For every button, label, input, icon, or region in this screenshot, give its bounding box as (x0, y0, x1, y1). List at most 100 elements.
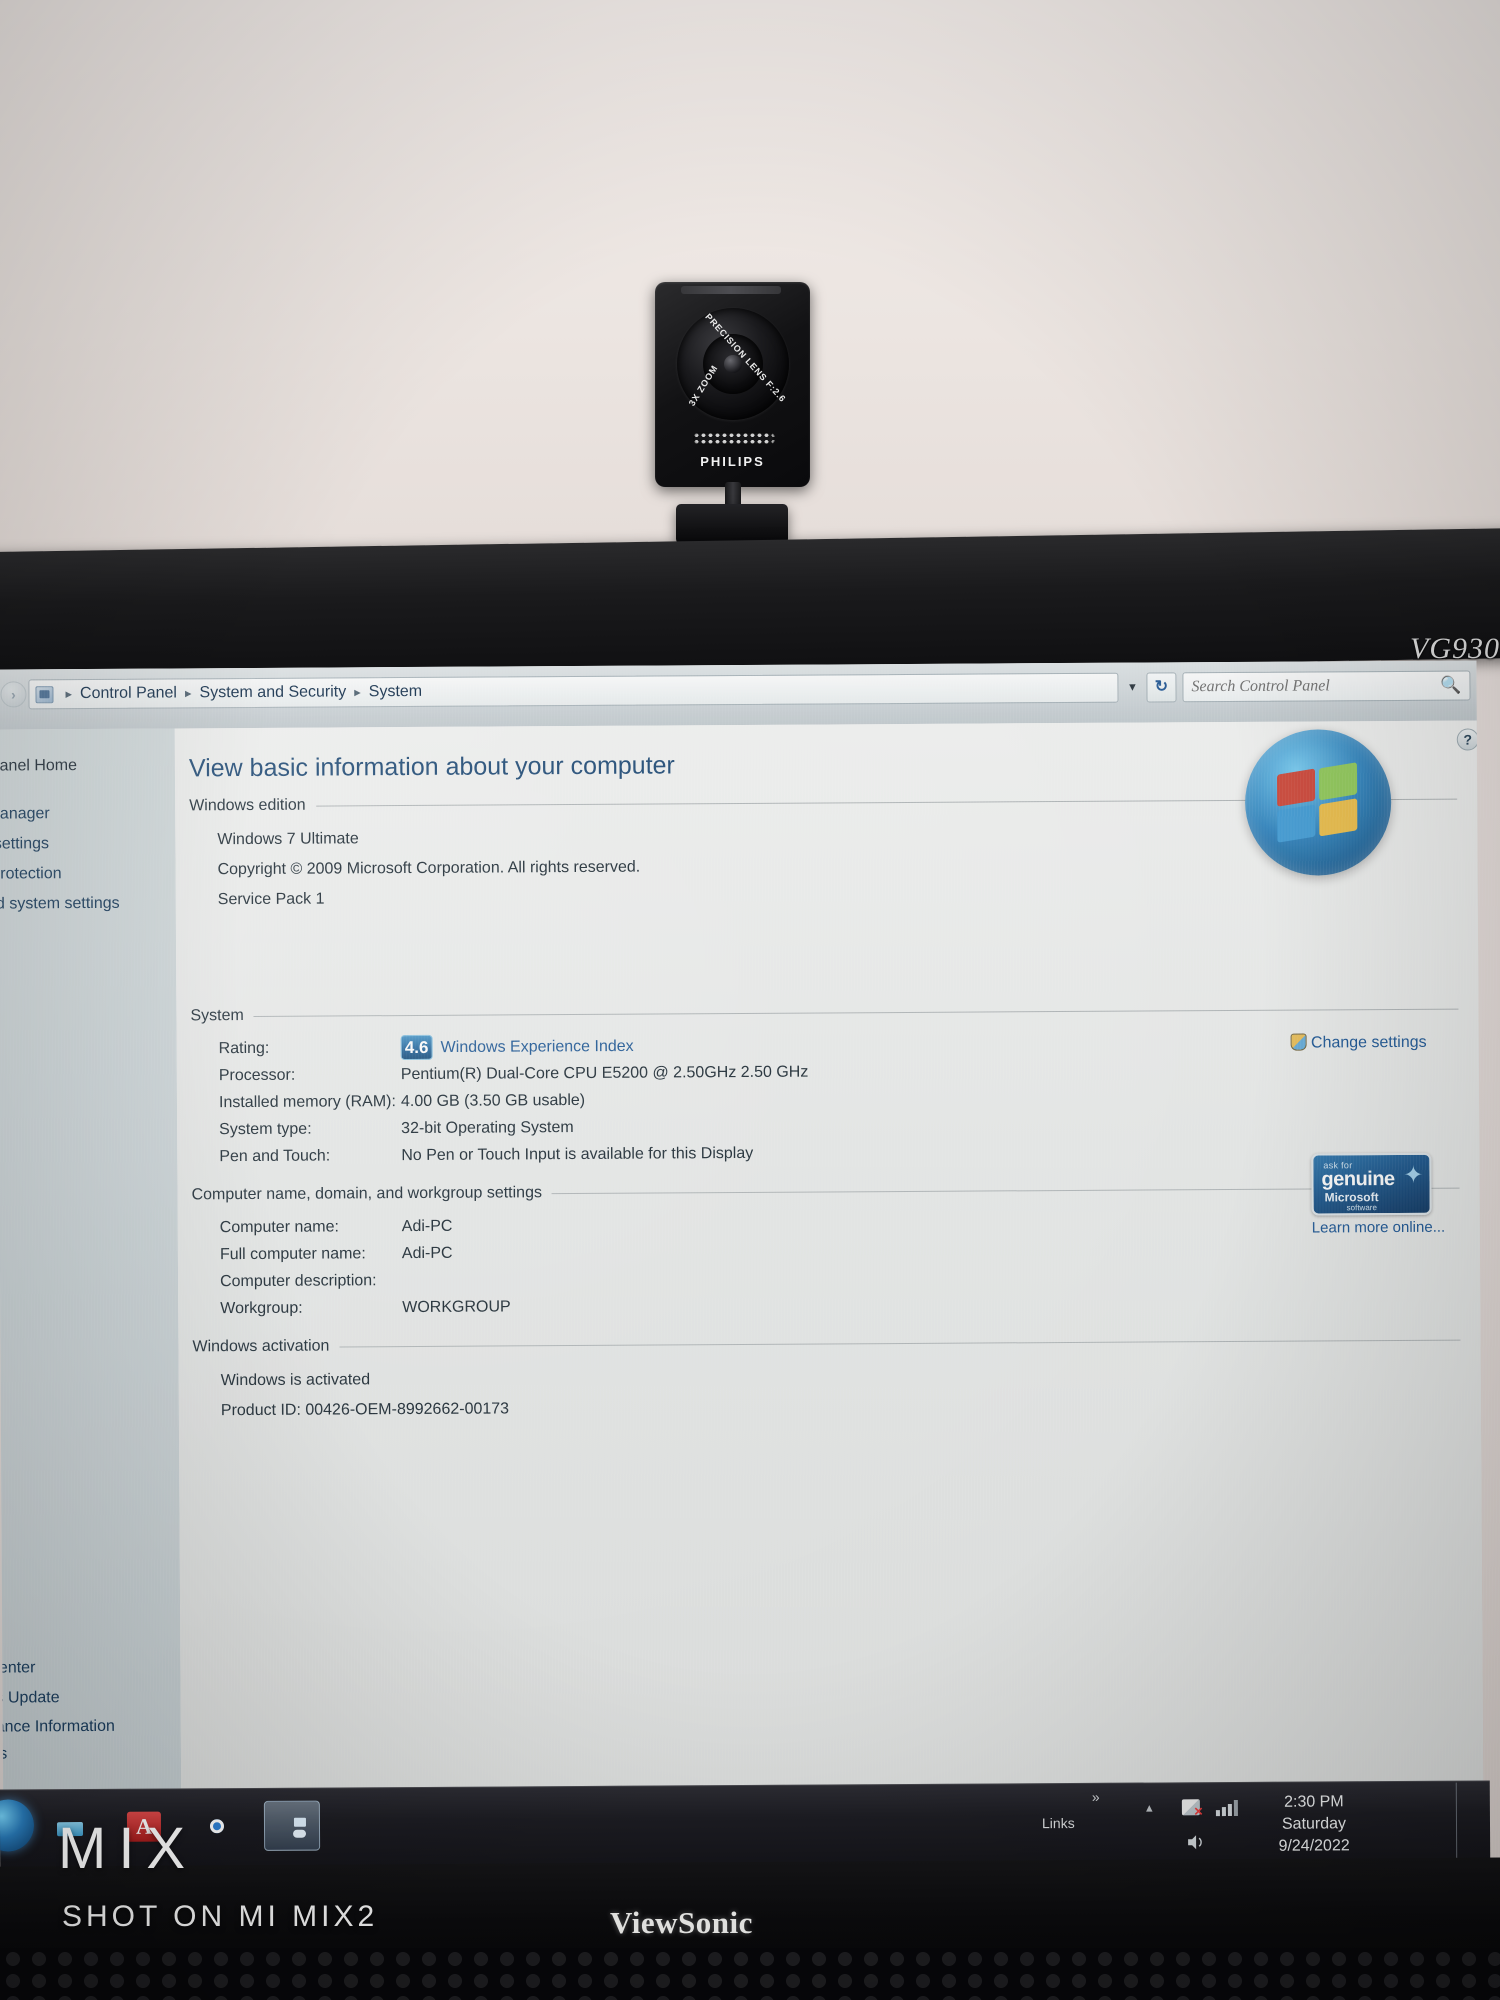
system-type-label: System type: (219, 1120, 312, 1139)
section-windows-activation: Windows activation Windows is activated … (192, 1331, 1483, 1427)
show-desktop-button[interactable] (1455, 1782, 1475, 1861)
section-rule (253, 1008, 1459, 1017)
signal-bars-icon[interactable] (1215, 1799, 1238, 1817)
logo-pane-red (1276, 768, 1316, 807)
system-tray: » Links ▲ 2:30 PM Saturday 9/24/2022 (1034, 1781, 1475, 1866)
see-also-heading: See also (0, 1618, 180, 1649)
viewsonic-logo: ViewSonic (610, 1905, 753, 1940)
system-control-panel-window: ‹ › ▸ Control Panel ▸ System and Securit… (0, 660, 1484, 1790)
star-icon: ✦ (1403, 1161, 1424, 1189)
workgroup-label: Workgroup: (220, 1299, 303, 1318)
webcam-microphone-grille (693, 432, 775, 445)
control-panel-icon (35, 685, 54, 703)
taskbar: A » Links ▲ 2:30 PM Saturday 9/24/2022 (0, 1780, 1491, 1872)
section-rule (339, 1339, 1461, 1348)
activation-rows: Windows is activated Product ID: 00426-O… (221, 1359, 1484, 1427)
search-box[interactable]: 🔍 (1182, 670, 1471, 703)
monitor-top-bezel (0, 527, 1500, 683)
search-input[interactable] (1191, 676, 1441, 697)
windows-experience-index-link[interactable]: Windows Experience Index (441, 1038, 634, 1056)
sidebar-item-performance-information-and-tools[interactable]: Performance Information and Tools (0, 1713, 139, 1768)
logo-pane-yellow (1319, 798, 1358, 837)
tray-links-label[interactable]: Links (1042, 1815, 1075, 1831)
windows-start-orb[interactable] (0, 1799, 35, 1852)
breadcrumb[interactable]: ▸ Control Panel ▸ System and Security ▸ … (28, 672, 1119, 710)
installed-memory-value: 4.00 GB (3.50 GB usable) (400, 1092, 586, 1111)
see-also-section: See also Action Center Windows Update Pe… (0, 1618, 181, 1767)
breadcrumb-separator-1: ▸ (184, 685, 192, 701)
monitor-speaker-vents (0, 1948, 1500, 2000)
search-icon[interactable]: 🔍 (1440, 676, 1461, 696)
computer-name-label: Computer name: (219, 1218, 339, 1237)
sidebar-item-remote-settings[interactable]: Remote settings (0, 828, 175, 859)
breadcrumb-item-system-and-security[interactable]: System and Security (199, 683, 346, 702)
section-heading-computer-name: Computer name, domain, and workgroup set… (191, 1179, 1483, 1205)
sidebar-item-action-center[interactable]: Action Center (0, 1652, 181, 1683)
forward-arrow-icon[interactable]: › (0, 681, 27, 708)
full-computer-name-value: Adi-PC (401, 1245, 453, 1263)
workgroup-value: WORKGROUP (402, 1298, 511, 1317)
webcam-brand-label: PHILIPS (700, 454, 765, 469)
full-computer-name-label: Full computer name: (219, 1245, 366, 1264)
processor-label: Processor: (218, 1066, 296, 1085)
clock-date: 9/24/2022 (1278, 1837, 1350, 1855)
computer-rows: Computer name: Adi-PC Full computer name… (220, 1207, 1484, 1323)
pen-and-touch-value: No Pen or Touch Input is available for t… (401, 1145, 754, 1165)
photo-scene: PRECISION LENS F:2.6 3X ZOOM PHILIPS VG9… (0, 0, 1500, 2000)
breadcrumb-item-system[interactable]: System (369, 683, 422, 701)
pen-and-touch-label: Pen and Touch: (219, 1147, 331, 1166)
change-settings-link[interactable]: Change settings (1290, 1033, 1427, 1053)
double-chevron-right-icon[interactable]: » (1092, 1789, 1100, 1805)
status-badge: 4.6 (400, 1035, 433, 1061)
section-heading-windows-activation: Windows activation (192, 1331, 1483, 1357)
genuine-microsoft-software-badge[interactable]: ask for genuine Microsoft software ✦ Lea… (1311, 1152, 1446, 1237)
sidebar-item-windows-update[interactable]: Windows Update (0, 1682, 181, 1713)
section-heading-system: System (190, 999, 1483, 1025)
section-system: System Rating: 4.6 Windows Experience Ind… (190, 999, 1483, 1170)
refresh-icon[interactable]: ↻ (1146, 672, 1177, 703)
genuine-line-4: software (1346, 1203, 1377, 1213)
section-heading-text: Windows activation (192, 1337, 330, 1356)
section-heading-text: Computer name, domain, and workgroup set… (191, 1184, 542, 1204)
section-computer-name: Computer name, domain, and workgroup set… (191, 1179, 1483, 1323)
logo-pane-blue (1277, 804, 1316, 843)
philips-webcam: PRECISION LENS F:2.6 3X ZOOM PHILIPS (645, 282, 820, 544)
window-content: Control Panel Home Device Manager Remote… (0, 720, 1484, 1790)
change-settings-label: Change settings (1310, 1033, 1427, 1052)
webcam-top-strip (681, 286, 781, 294)
webcam-body: PRECISION LENS F:2.6 3X ZOOM PHILIPS (655, 282, 810, 487)
rating-label: Rating: (218, 1039, 270, 1058)
help-icon[interactable]: ? (1456, 728, 1479, 751)
genuine-line-2: genuine (1321, 1167, 1395, 1191)
flag-alert-icon[interactable] (1181, 1799, 1200, 1816)
main-panel: ? View basic information about your comp… (174, 720, 1484, 1789)
sidebar: Control Panel Home Device Manager Remote… (0, 728, 182, 1790)
logo-pane-green (1318, 762, 1358, 801)
rating-value-group: 4.6 Windows Experience Index (400, 1033, 634, 1062)
learn-more-online-link[interactable]: Learn more online... (1312, 1219, 1446, 1237)
clock-day: Saturday (1281, 1815, 1347, 1833)
section-heading-text: Windows edition (189, 796, 306, 815)
taskbar-item-chrome[interactable] (190, 1801, 246, 1851)
chevron-down-icon[interactable]: ▼ (1121, 677, 1143, 699)
window-chrome: ‹ › ▸ Control Panel ▸ System and Securit… (0, 660, 1484, 730)
section-heading-text: System (190, 1007, 244, 1025)
installed-memory-label: Installed memory (RAM): (218, 1093, 396, 1112)
sidebar-item-control-panel-home[interactable]: Control Panel Home (0, 750, 175, 781)
clock[interactable]: 2:30 PM Saturday 9/24/2022 (1244, 1791, 1384, 1858)
chevron-up-icon[interactable]: ▲ (1144, 1802, 1155, 1814)
watermark-title: MIX (58, 1816, 198, 1881)
watermark-subtitle: SHOT ON MI MIX2 (62, 1900, 379, 1933)
monitor-screen: ‹ › ▸ Control Panel ▸ System and Securit… (0, 660, 1484, 1875)
sidebar-item-system-protection[interactable]: System protection (0, 858, 176, 889)
processor-value: Pentium(R) Dual-Core CPU E5200 @ 2.50GHz… (400, 1063, 809, 1084)
system-type-value: 32-bit Operating System (401, 1119, 574, 1138)
taskbar-item-system-window[interactable] (263, 1800, 321, 1851)
sidebar-item-advanced-system-settings[interactable]: Advanced system settings (0, 888, 176, 919)
computer-description-label: Computer description: (220, 1272, 377, 1291)
speaker-icon[interactable] (1186, 1834, 1206, 1850)
windows-flag-logo (1244, 729, 1392, 876)
sidebar-item-device-manager[interactable]: Device Manager (0, 798, 175, 829)
product-id: Product ID: 00426-OEM-8992662-00173 (220, 1400, 510, 1420)
breadcrumb-item-control-panel[interactable]: Control Panel (80, 684, 177, 703)
